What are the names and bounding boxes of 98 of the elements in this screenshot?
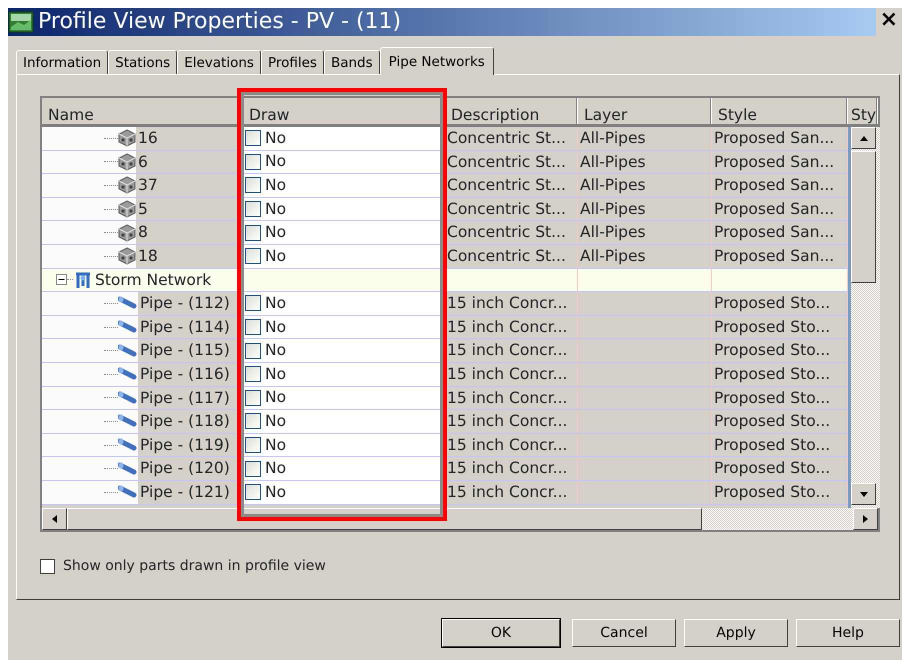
table-cell: Concentric St... [445,221,578,244]
scroll-up-button[interactable] [851,127,876,149]
scroll-down-button[interactable] [851,483,876,505]
cell-text: No [265,151,286,172]
checkbox[interactable] [245,484,261,500]
pipe-network-icon [73,270,93,290]
column-header[interactable]: Layer [578,98,712,124]
checkbox[interactable] [245,177,261,194]
table-cell: 15 inch Concr... [445,339,578,362]
table-cell: 15 inch Concr... [445,410,578,433]
column-header[interactable]: Description [445,98,578,124]
table-cell: All-Pipes [578,244,712,268]
tab[interactable]: Information [16,50,108,74]
table-cell: 15 inch Concr... [445,386,578,410]
table-cell: 15 inch Concr... [445,292,578,315]
checkbox[interactable] [245,390,261,406]
cube-icon [118,176,136,194]
cell-text: No [265,222,286,244]
left-arrow-icon [52,515,57,523]
table-cell: 15 inch Concr... [445,434,578,456]
scroll-left-button[interactable] [42,508,67,530]
table-cell: Concentric St... [445,127,578,150]
checkbox-label[interactable]: Show only parts drawn in profile view [63,556,326,577]
checkbox[interactable] [245,130,261,146]
cell-text: No [265,198,286,220]
cell-text: No [265,174,286,196]
column-header[interactable]: Sty [848,98,878,124]
table-cell: All-Pipes [578,127,712,150]
pipe-icon [118,462,138,476]
tab[interactable]: Bands [324,50,380,74]
cube-icon [118,129,136,148]
table-cell: Concentric St... [445,244,578,268]
cell-text: No [265,128,286,149]
tab[interactable]: Stations [108,50,178,74]
cell-text: No [265,387,286,408]
cube-icon [118,247,136,266]
checkbox[interactable] [245,366,261,382]
checkbox[interactable] [245,460,261,477]
pipe-icon [118,320,138,334]
cell-text: No [265,458,286,480]
down-arrow-icon [860,492,868,496]
pipe-icon [118,414,138,428]
pipe-icon [118,438,138,452]
table-cell: 15 inch Concr... [445,457,578,480]
scrollbar-thumb[interactable] [851,151,876,283]
pipe-icon [118,390,138,405]
checkbox[interactable] [245,319,261,336]
scroll-right-button[interactable] [853,508,878,530]
right-arrow-icon [863,515,868,523]
checkbox[interactable] [245,437,261,454]
cell-text: No [265,316,286,338]
pipe-icon [118,367,138,382]
cell-text: No [265,364,286,385]
table-cell: All-Pipes [578,221,712,244]
column-header[interactable]: Draw [243,98,445,124]
column-header[interactable]: Style [712,98,848,124]
table-cell: Concentric St... [445,150,578,174]
cube-icon [118,152,136,171]
cube-icon [118,224,136,242]
table-cell: All-Pipes [578,198,712,220]
dialog-button[interactable]: OK [442,619,560,647]
pipe-icon [118,344,138,358]
checkbox[interactable] [245,342,261,359]
checkbox[interactable] [245,295,261,312]
table-cell: 15 inch Concr... [445,362,578,386]
checkbox[interactable] [40,559,55,574]
cell-text: No [265,410,286,432]
cell-text: No [265,340,286,362]
dialog-button[interactable]: Apply [684,619,788,647]
tab[interactable]: Pipe Networks [380,47,494,75]
column-header[interactable]: Name [42,98,243,124]
close-button[interactable]: × [876,8,902,32]
dialog-button[interactable]: Help [796,619,900,647]
window-title: Profile View Properties - PV - (11) [38,8,402,36]
table-cell: 15 inch Concr... [445,316,578,338]
app-icon [8,11,34,33]
table-cell: 15 inch Concr... [445,480,578,504]
dialog-button[interactable]: Cancel [572,619,676,647]
collapse-icon[interactable] [56,274,67,286]
table-cell: Concentric St... [445,198,578,220]
up-arrow-icon [860,136,868,140]
table-cell: Concentric St... [445,174,578,197]
pipe-icon [118,485,138,500]
cell-text: No [265,292,286,314]
table-cell: All-Pipes [578,174,712,197]
cube-icon [118,200,136,218]
pipe-icon [118,296,138,310]
cell-text: No [265,246,286,267]
cell-text: No [265,482,286,503]
cell-text: No [265,434,286,456]
tab[interactable]: Profiles [260,50,324,74]
checkbox[interactable] [245,154,261,170]
checkbox[interactable] [245,413,261,430]
checkbox[interactable] [245,201,261,218]
checkbox[interactable] [245,248,261,264]
checkbox[interactable] [245,224,261,241]
tab[interactable]: Elevations [177,50,261,74]
table-cell: All-Pipes [578,150,712,174]
